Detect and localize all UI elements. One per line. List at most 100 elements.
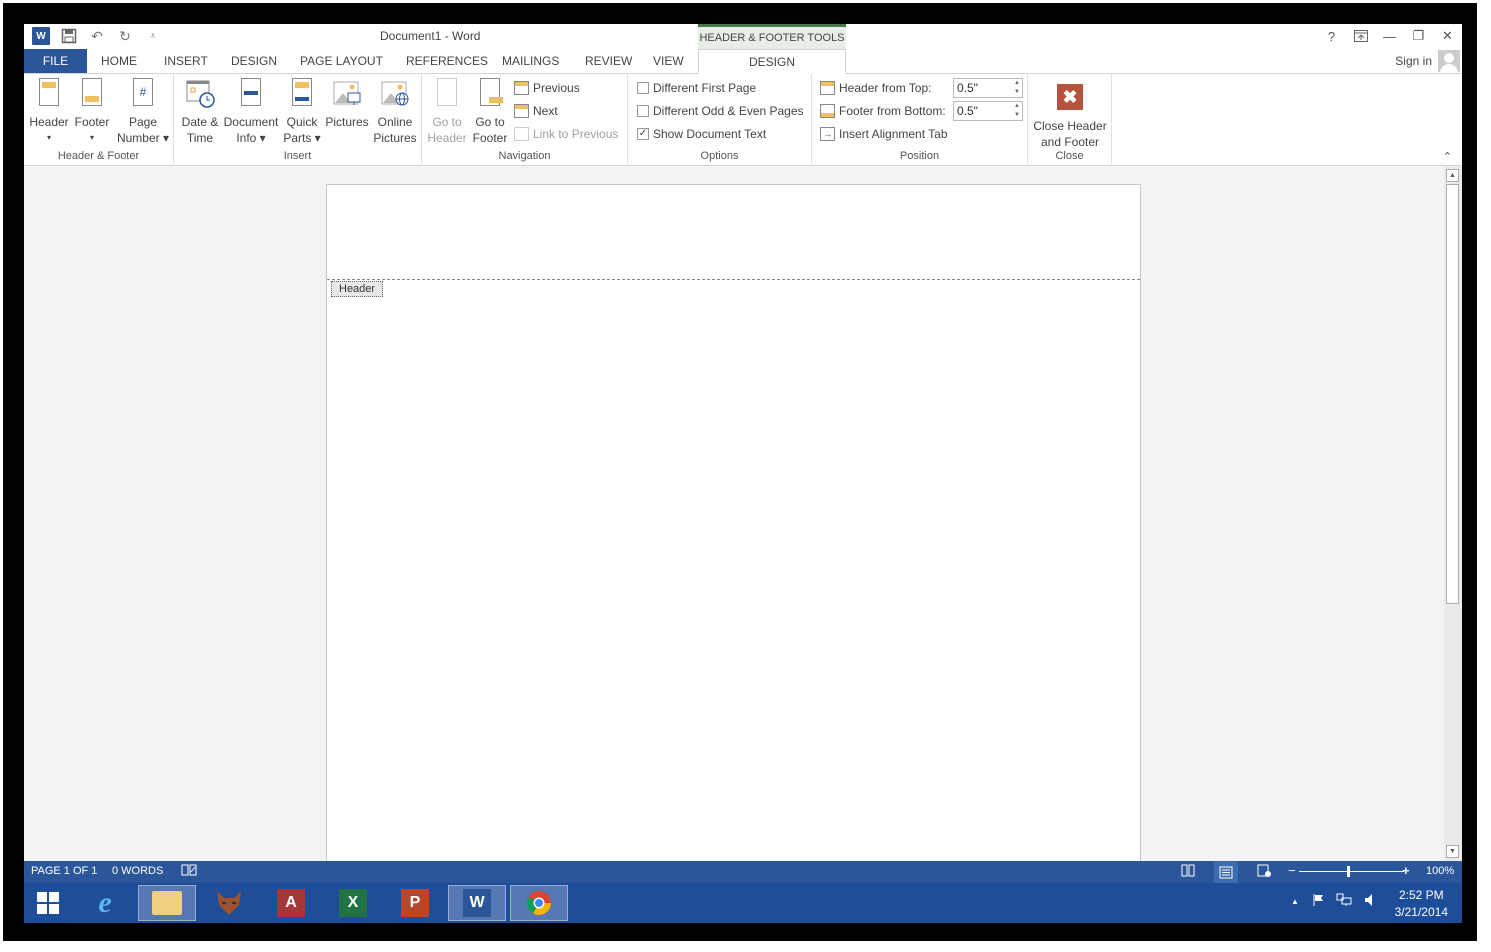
zoom-in-button[interactable]: + (1402, 863, 1410, 878)
group-insert: Date & Time Document Info ▾ Quick Parts … (174, 74, 422, 164)
different-first-page-checkbox[interactable]: Different First Page (637, 78, 756, 98)
print-layout-icon[interactable] (1214, 861, 1238, 883)
spinner-arrows-icon[interactable]: ▲ ▼ (1014, 102, 1020, 120)
next-button[interactable]: Next (514, 101, 558, 121)
proofing-icon[interactable] (181, 863, 197, 880)
minimize-button[interactable]: — (1375, 24, 1404, 48)
different-odd-even-checkbox[interactable]: Different Odd & Even Pages (637, 101, 804, 121)
tab-header-footer-design[interactable]: DESIGN (698, 49, 846, 74)
zoom-slider-track[interactable] (1299, 871, 1404, 872)
close-header-footer-button[interactable]: ✖ Close Header and Footer (1030, 84, 1110, 150)
ribbon-display-options-button[interactable] (1346, 24, 1375, 48)
zoom-slider-thumb[interactable] (1347, 866, 1350, 877)
spinner-arrows-icon[interactable]: ▲ ▼ (1014, 79, 1020, 97)
page-number-icon: # (133, 78, 153, 106)
quick-parts-label-2: Parts ▾ (283, 131, 321, 145)
word-app-icon[interactable]: W (32, 27, 50, 45)
pictures-button[interactable]: Pictures (324, 78, 370, 130)
header-button[interactable]: Header ▾ (28, 78, 70, 146)
taskbar-internet-explorer[interactable]: e (76, 885, 134, 921)
close-window-button[interactable]: ✕ (1433, 24, 1462, 48)
save-icon[interactable] (60, 27, 78, 45)
date-time-button[interactable]: Date & Time (178, 78, 222, 146)
tab-design[interactable]: DESIGN (229, 49, 279, 73)
tab-file[interactable]: FILE (24, 49, 87, 73)
redo-icon[interactable]: ↻ (116, 27, 134, 45)
go-to-footer-button[interactable]: Go to Footer (470, 78, 510, 146)
tab-page-layout[interactable]: PAGE LAYOUT (298, 49, 385, 73)
header-boundary-line (327, 279, 1140, 280)
document-info-label-2: Info ▾ (236, 131, 266, 145)
window-controls: ? — ❐ ✕ (1317, 24, 1462, 48)
insert-alignment-tab-button[interactable]: → Insert Alignment Tab (820, 124, 948, 144)
web-layout-icon[interactable] (1257, 864, 1272, 881)
help-button[interactable]: ? (1317, 24, 1346, 48)
show-hidden-icons-button[interactable]: ▲ (1291, 897, 1299, 906)
group-options: Different First Page Different Odd & Eve… (628, 74, 812, 164)
link-to-previous-icon (514, 127, 529, 141)
close-header-footer-label-1: Close Header (1033, 119, 1107, 133)
taskbar-fox-app[interactable] (200, 885, 258, 921)
link-to-previous-label: Link to Previous (533, 127, 619, 141)
go-to-header-label-1: Go to (432, 115, 462, 129)
system-clock[interactable]: 2:52 PM 3/21/2014 (1395, 887, 1448, 921)
sign-in-link[interactable]: Sign in (1395, 54, 1432, 68)
collapse-ribbon-icon[interactable]: ⌃ (1443, 150, 1452, 163)
tab-review[interactable]: REVIEW (583, 49, 634, 73)
zoom-level[interactable]: 100% (1426, 865, 1454, 877)
scroll-down-button[interactable]: ▼ (1446, 845, 1459, 858)
taskbar-excel[interactable]: X (324, 885, 382, 921)
group-label-close: Close (1055, 150, 1084, 162)
previous-button[interactable]: Previous (514, 78, 580, 98)
taskbar-file-explorer[interactable] (138, 885, 196, 921)
show-document-text-checkbox[interactable]: ✓ Show Document Text (637, 124, 766, 144)
vertical-scrollbar[interactable]: ▲ ▼ (1444, 166, 1462, 861)
taskbar-word[interactable]: W (448, 885, 506, 921)
header-button-label: Header (29, 115, 69, 129)
quick-parts-button[interactable]: Quick Parts ▾ (282, 78, 322, 146)
undo-icon[interactable]: ↶ (88, 27, 106, 45)
link-to-previous-button[interactable]: Link to Previous (514, 124, 618, 144)
volume-icon[interactable] (1363, 893, 1375, 910)
taskbar-powerpoint[interactable]: P (386, 885, 444, 921)
footer-icon (82, 78, 102, 106)
page-number-label-1: Page (128, 115, 158, 129)
group-close: ✖ Close Header and Footer Close (1028, 74, 1112, 164)
scroll-thumb[interactable] (1446, 184, 1459, 604)
footer-from-bottom-spinner[interactable]: 0.5" ▲ ▼ (953, 101, 1023, 121)
tab-home[interactable]: HOME (99, 49, 139, 73)
windows-logo-icon (37, 892, 59, 914)
access-icon: A (277, 889, 305, 917)
taskbar-access[interactable]: A (262, 885, 320, 921)
tab-references[interactable]: REFERENCES (404, 49, 490, 73)
page-count[interactable]: PAGE 1 OF 1 (31, 865, 97, 877)
start-button[interactable] (24, 885, 76, 921)
zoom-out-button[interactable]: − (1288, 863, 1296, 878)
tab-view[interactable]: VIEW (651, 49, 686, 73)
footer-button[interactable]: Footer ▾ (71, 78, 113, 146)
customize-qat-icon[interactable]: ⩡ (144, 27, 162, 45)
tab-mailings[interactable]: MAILINGS (500, 49, 561, 73)
tab-insert[interactable]: INSERT (162, 49, 210, 73)
network-icon[interactable] (1336, 893, 1352, 910)
page-number-button[interactable]: # Page Number ▾ (116, 78, 170, 146)
window-title: Document1 - Word (380, 29, 481, 43)
fox-icon (217, 891, 241, 915)
document-page[interactable]: Header (326, 184, 1141, 884)
scroll-up-button[interactable]: ▲ (1446, 169, 1459, 182)
calendar-clock-icon (184, 78, 216, 110)
user-avatar[interactable] (1438, 50, 1460, 72)
footer-from-bottom-label-row: Footer from Bottom: (820, 101, 946, 121)
read-mode-icon[interactable] (1181, 864, 1195, 880)
action-center-flag-icon[interactable] (1312, 893, 1326, 910)
header-from-top-spinner[interactable]: 0.5" ▲ ▼ (953, 78, 1023, 98)
taskbar-chrome[interactable] (510, 885, 568, 921)
online-pictures-button[interactable]: Online Pictures (372, 78, 418, 146)
document-info-icon (241, 78, 261, 106)
restore-button[interactable]: ❐ (1404, 24, 1433, 48)
go-to-header-button[interactable]: Go to Header (426, 78, 468, 146)
close-x-icon: ✖ (1057, 84, 1083, 110)
alignment-tab-icon: → (820, 127, 835, 141)
word-count[interactable]: 0 WORDS (112, 865, 163, 877)
document-info-button[interactable]: Document Info ▾ (222, 78, 280, 146)
